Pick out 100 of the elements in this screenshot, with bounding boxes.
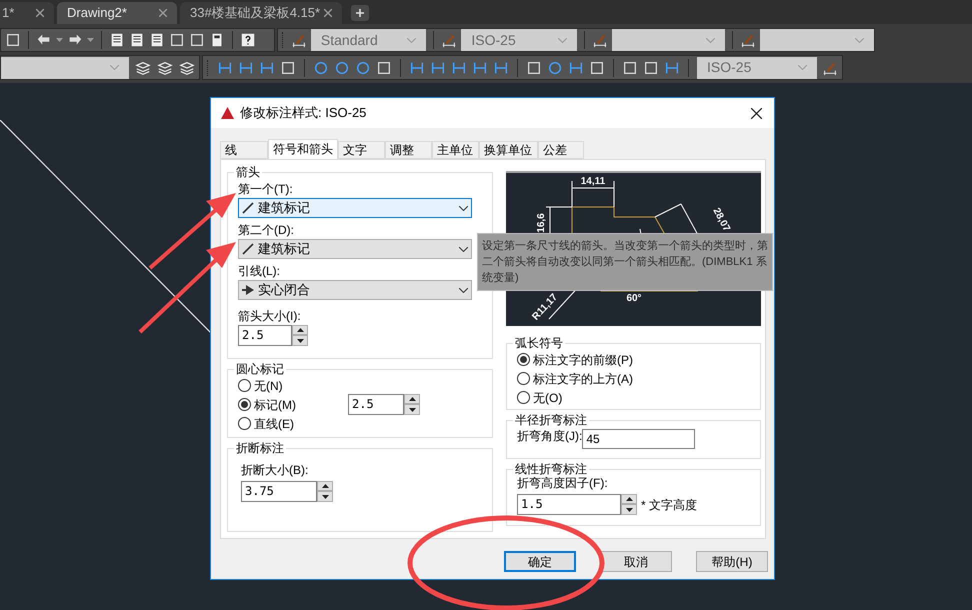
tool-icon[interactable]: [5, 32, 21, 48]
dimension-text: 14,11: [580, 176, 606, 187]
dimension-icon[interactable]: [451, 60, 467, 76]
dialog-tab[interactable]: 主单位: [432, 141, 479, 159]
slash-icon: [242, 202, 254, 214]
brush-icon[interactable]: [592, 32, 608, 48]
dialog-button[interactable]: 确定: [504, 551, 576, 572]
dialog-tab[interactable]: 线: [220, 141, 268, 159]
document-icon[interactable]: [109, 32, 125, 48]
layers-icon[interactable]: [157, 60, 173, 76]
dimension-icon[interactable]: [430, 60, 446, 76]
tool-icon[interactable]: [189, 32, 205, 48]
circle-icon[interactable]: [334, 60, 350, 76]
input-field[interactable]: 3.75: [241, 481, 317, 502]
dialog-tab[interactable]: 符号和箭头: [268, 139, 338, 159]
dimension-icon[interactable]: [259, 60, 275, 76]
arrowhead-icon: [242, 285, 254, 295]
radio-label[interactable]: 无(N): [254, 376, 283, 394]
radio-label[interactable]: 标注文字的前缀(P): [533, 350, 633, 368]
caret-icon[interactable]: [87, 38, 94, 42]
radio-button[interactable]: [238, 379, 251, 392]
file-tab[interactable]: 1*: [0, 2, 54, 24]
up-arrow-icon: [322, 484, 328, 488]
spin-down-button[interactable]: [292, 335, 308, 346]
dialog-tab[interactable]: 换算单位: [479, 141, 538, 159]
radio-button[interactable]: [238, 417, 251, 430]
style-dropdown[interactable]: [1, 56, 129, 78]
dialog-button[interactable]: 取消: [600, 551, 672, 572]
file-tab[interactable]: 33#楼基础及梁板4.15*: [180, 2, 342, 24]
dimension-icon[interactable]: [664, 60, 680, 76]
group-title: 折断标注: [235, 441, 285, 455]
document-icon[interactable]: [149, 32, 165, 48]
radio-button[interactable]: [517, 353, 530, 366]
group-title: 箭头: [235, 165, 261, 179]
input-field[interactable]: 2.5: [348, 394, 404, 415]
tool-icon[interactable]: [376, 60, 392, 76]
brush-icon[interactable]: [290, 32, 307, 48]
layers-icon[interactable]: [135, 60, 151, 76]
tool-icon[interactable]: [169, 32, 185, 48]
circle-icon[interactable]: [355, 60, 371, 76]
caret-icon[interactable]: [56, 38, 63, 42]
dimension-icon[interactable]: [472, 60, 488, 76]
radio-label[interactable]: 标记(M): [254, 396, 296, 414]
input-field[interactable]: 2.5: [238, 325, 292, 346]
radio-button[interactable]: [517, 391, 530, 404]
spin-up-button[interactable]: [621, 494, 637, 504]
close-icon[interactable]: [751, 108, 762, 118]
dropdown[interactable]: 建筑标记: [238, 198, 472, 218]
layers-icon[interactable]: [179, 60, 195, 76]
field-label: 折弯角度(J):: [517, 429, 582, 443]
brush-icon[interactable]: [441, 32, 458, 48]
chevron-down-icon: [407, 38, 416, 42]
spin-up-button[interactable]: [292, 325, 308, 335]
group-title: 半径折弯标注: [514, 413, 588, 427]
circle-icon[interactable]: [313, 60, 329, 76]
spin-down-button[interactable]: [404, 404, 420, 415]
input-field[interactable]: 45: [582, 429, 696, 449]
chevron-down-icon: [110, 65, 119, 70]
tool-icon[interactable]: [643, 60, 659, 76]
input-field[interactable]: 1.5: [517, 494, 621, 515]
radio-button[interactable]: [238, 398, 251, 411]
spin-down-button[interactable]: [621, 504, 637, 515]
tool-icon[interactable]: [526, 60, 542, 76]
field-label: 折弯高度因子(F):: [517, 476, 608, 490]
spin-up-button[interactable]: [317, 481, 333, 491]
spin-down-button[interactable]: [317, 491, 333, 502]
up-arrow-icon: [626, 497, 632, 501]
tool-icon[interactable]: [622, 60, 638, 76]
radio-button[interactable]: [517, 372, 530, 385]
brush-icon[interactable]: [740, 32, 756, 48]
new-tab-button[interactable]: [351, 5, 369, 21]
dialog-tab[interactable]: 文字: [338, 141, 385, 159]
spin-up-button[interactable]: [404, 394, 420, 404]
dimension-icon[interactable]: [493, 60, 509, 76]
chevron-down-icon: [459, 246, 468, 252]
down-arrow-icon: [408, 408, 416, 412]
tool-icon[interactable]: [589, 60, 605, 76]
dialog-button[interactable]: 帮助(H): [696, 551, 768, 572]
dimension-icon[interactable]: [217, 60, 233, 76]
dialog-tab[interactable]: 调整: [385, 141, 432, 159]
tool-icon[interactable]: [280, 60, 296, 76]
group-title: 圆心标记: [235, 362, 285, 376]
chevron-down-icon: [798, 65, 807, 70]
dimension-icon[interactable]: [568, 60, 584, 76]
help-icon[interactable]: [240, 32, 256, 48]
dimension-icon[interactable]: [409, 60, 425, 76]
dimension-icon[interactable]: [238, 60, 254, 76]
chevron-down-icon: [558, 38, 567, 42]
chevron-down-icon: [706, 38, 716, 42]
radio-label[interactable]: 标注文字的上方(A): [533, 370, 633, 388]
document-icon[interactable]: [129, 32, 145, 48]
dialog-tab[interactable]: 公差: [538, 141, 584, 159]
radio-label[interactable]: 直线(E): [254, 414, 294, 432]
file-tab[interactable]: Drawing2*: [57, 2, 177, 24]
dropdown[interactable]: 建筑标记: [238, 239, 472, 259]
circle-icon[interactable]: [547, 60, 563, 76]
dropdown[interactable]: 实心闭合: [238, 280, 472, 300]
field-label: 引线(L):: [238, 264, 280, 278]
radio-label[interactable]: 无(O): [533, 388, 562, 406]
field-label: 折断大小(B):: [241, 463, 308, 477]
